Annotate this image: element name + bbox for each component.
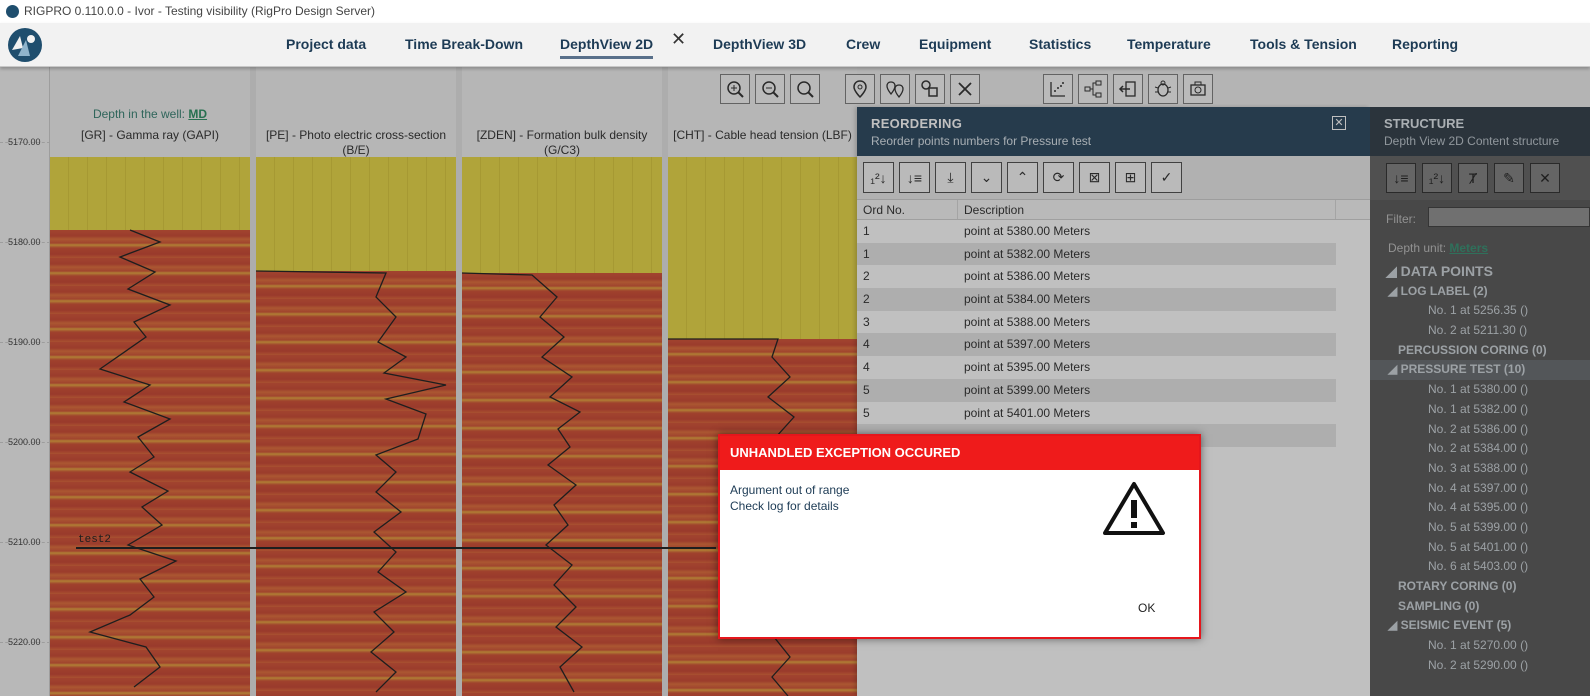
exception-dialog: UNHANDLED EXCEPTION OCCURED Argument out… [718,434,1201,639]
dialog-message-line: Check log for details [730,499,839,513]
close-tab-icon[interactable]: ✕ [671,29,686,50]
dialog-message-line: Argument out of range [730,483,850,497]
nav-temperature[interactable]: Temperature [1127,36,1211,52]
dialog-message: Argument out of range Check log for deta… [730,482,849,514]
window-titlebar: RIGPRO 0.110.0.0 - Ivor - Testing visibi… [0,0,1590,23]
rigpro-logo-icon [8,28,42,62]
nav-depthview-2d[interactable]: DepthView 2D [560,36,654,59]
main-navbar: Project data Time Break-Down DepthView 2… [0,23,1590,67]
nav-reporting[interactable]: Reporting [1392,36,1458,52]
app-icon [6,5,19,18]
nav-project-data[interactable]: Project data [286,36,366,52]
nav-crew[interactable]: Crew [846,36,880,52]
warning-icon [1103,482,1165,535]
ok-button[interactable]: OK [1132,599,1161,617]
nav-equipment[interactable]: Equipment [919,36,991,52]
nav-depthview-3d[interactable]: DepthView 3D [713,36,806,52]
dialog-title: UNHANDLED EXCEPTION OCCURED [720,436,1199,470]
window-title: RIGPRO 0.110.0.0 - Ivor - Testing visibi… [24,4,376,18]
nav-statistics[interactable]: Statistics [1029,36,1091,52]
nav-tools-tension[interactable]: Tools & Tension [1250,36,1357,52]
nav-time-break-down[interactable]: Time Break-Down [405,36,523,52]
